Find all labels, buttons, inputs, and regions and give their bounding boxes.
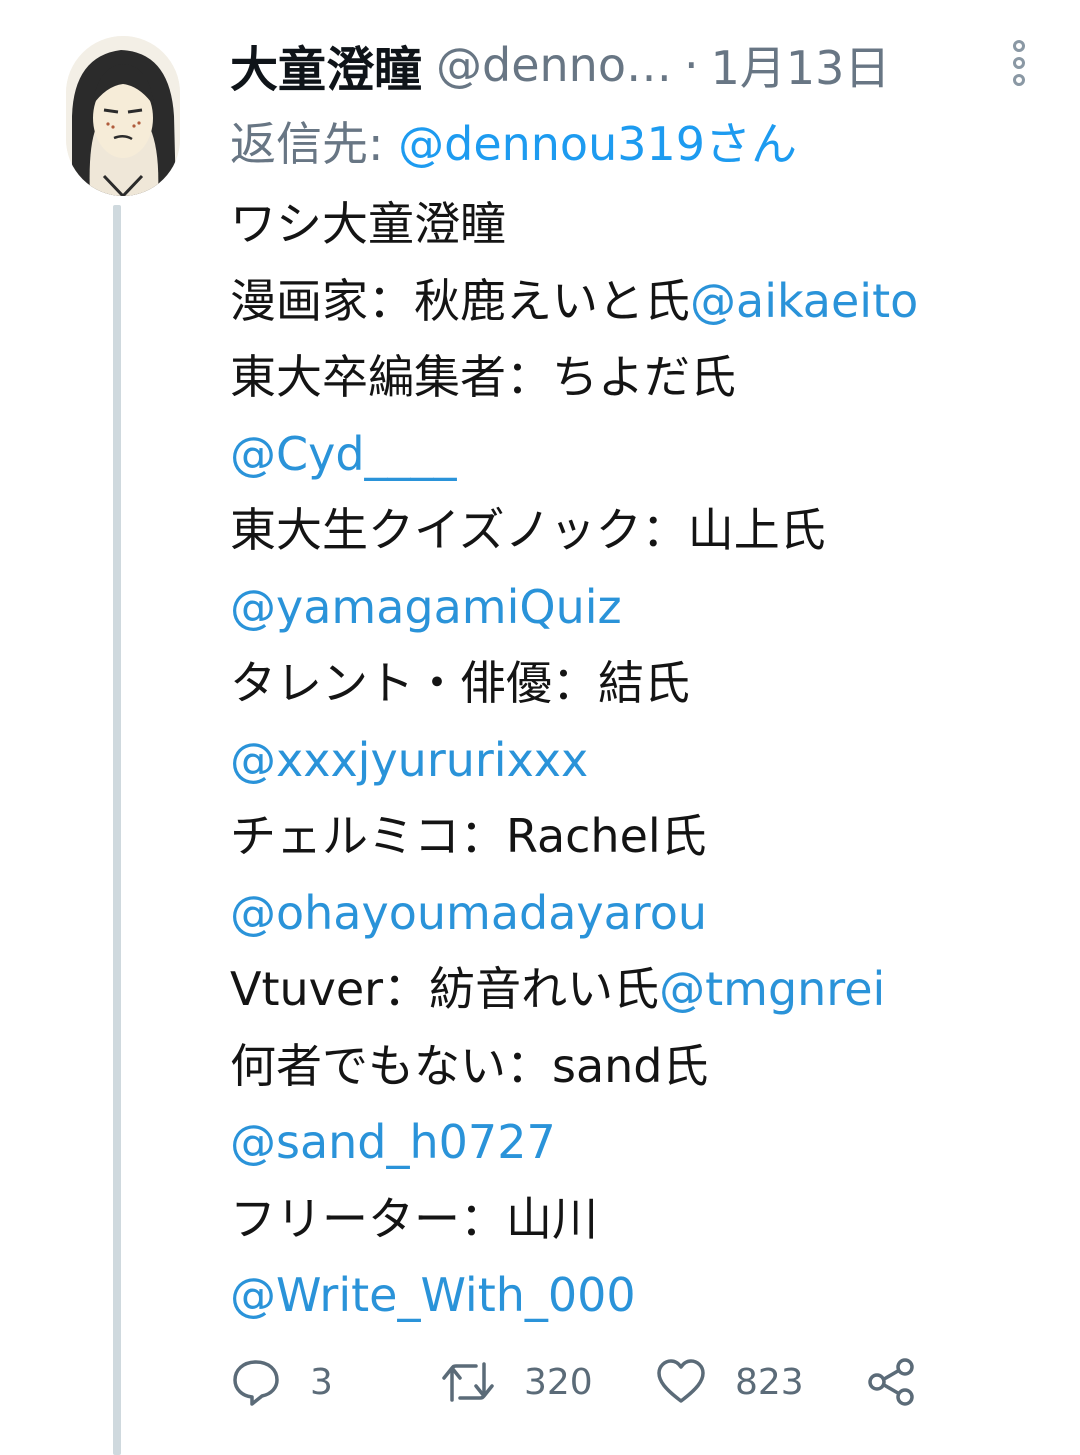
tweet-header: 大童澄瞳 @denno… · 1月13日 (230, 30, 985, 100)
heart-icon (657, 1359, 705, 1403)
mention-link[interactable]: @sand_h0727 (230, 1115, 556, 1169)
retweet-button[interactable]: 320 (440, 1350, 593, 1414)
tweet-line: Vtuver：紡音れい氏@tmgnrei (230, 951, 1060, 1028)
mention-link[interactable]: @xxxjyururixxx (230, 733, 588, 787)
tweet-line: 東大卒編集者：ちよだ氏 (230, 339, 1060, 416)
share-icon (868, 1358, 914, 1406)
author-avatar[interactable] (66, 36, 180, 196)
tweet-line: @yamagamiQuiz (230, 569, 1060, 646)
tweet-line: ワシ大童澄瞳 (230, 186, 1060, 263)
mention-link[interactable]: @yamagamiQuiz (230, 580, 622, 634)
tweet-text: 東大卒編集者：ちよだ氏 (230, 350, 736, 404)
tweet-line: 漫画家：秋鹿えいと氏@aikaeito (230, 263, 1060, 340)
header-separator: · (683, 38, 699, 92)
tweet-text: チェルミコ：Rachel氏 (230, 809, 707, 863)
tweet-text: ワシ大童澄瞳 (230, 197, 506, 251)
tweet-text: 東大生クイズノック：山上氏 (230, 503, 826, 557)
tweet-line: 東大生クイズノック：山上氏 (230, 492, 1060, 569)
tweet-line: @Write_With_000 (230, 1257, 1060, 1334)
reply-to-mention[interactable]: @dennou319さん (398, 117, 797, 171)
reply-to-line: 返信先: @dennou319さん (230, 108, 797, 174)
tweet-line: 何者でもない：sand氏 (230, 1028, 1060, 1105)
retweet-count: 320 (524, 1361, 593, 1403)
tweet-text: タレント・俳優：結氏 (230, 656, 690, 710)
avatar-illustration (66, 36, 180, 196)
mention-link[interactable]: @tmgnrei (659, 962, 885, 1016)
tweet-line: @Cyd____ (230, 416, 1060, 493)
tweet-line: タレント・俳優：結氏 (230, 645, 1060, 722)
tweet-text: Vtuver：紡音れい氏 (230, 962, 660, 1016)
tweet-text: 何者でもない：sand氏 (230, 1038, 709, 1093)
more-vertical-icon[interactable] (1004, 40, 1034, 86)
reply-button[interactable]: 3 (230, 1350, 333, 1414)
author-name[interactable]: 大童澄瞳 (230, 30, 422, 100)
tweet-body: ワシ大童澄瞳漫画家：秋鹿えいと氏@aikaeito 東大卒編集者：ちよだ氏 @Cyd… (230, 186, 1060, 1334)
like-button[interactable]: 823 (655, 1350, 804, 1414)
tweet-text: フリーター：山川 (230, 1191, 598, 1246)
reply-bubble-icon (233, 1360, 279, 1406)
reply-to-label: 返信先: (230, 117, 399, 171)
mention-link[interactable]: @Cyd____ (230, 427, 457, 481)
tweet-line: チェルミコ：Rachel氏 (230, 798, 1060, 875)
tweet-line: フリーター：山川 (230, 1181, 1060, 1258)
tweet-actions: 3 320 823 (230, 1350, 930, 1414)
like-count: 823 (735, 1361, 804, 1403)
tweet-line: @sand_h0727 (230, 1104, 1060, 1181)
tweet-timestamp[interactable]: 1月13日 (711, 32, 891, 98)
tweet-line: @xxxjyururixxx (230, 722, 1060, 799)
mention-link[interactable]: @ohayoumadayarou (230, 886, 707, 940)
author-handle[interactable]: @denno… (436, 38, 672, 92)
thread-connector-line (113, 205, 121, 1455)
share-button[interactable] (865, 1350, 917, 1414)
tweet-text: 漫画家：秋鹿えいと氏 (230, 273, 690, 328)
mention-link[interactable]: @aikaeito (690, 274, 918, 328)
reply-count: 3 (310, 1361, 333, 1403)
mention-link[interactable]: @Write_With_000 (230, 1268, 636, 1322)
retweet-icon (442, 1362, 494, 1402)
tweet-line: @ohayoumadayarou (230, 875, 1060, 952)
